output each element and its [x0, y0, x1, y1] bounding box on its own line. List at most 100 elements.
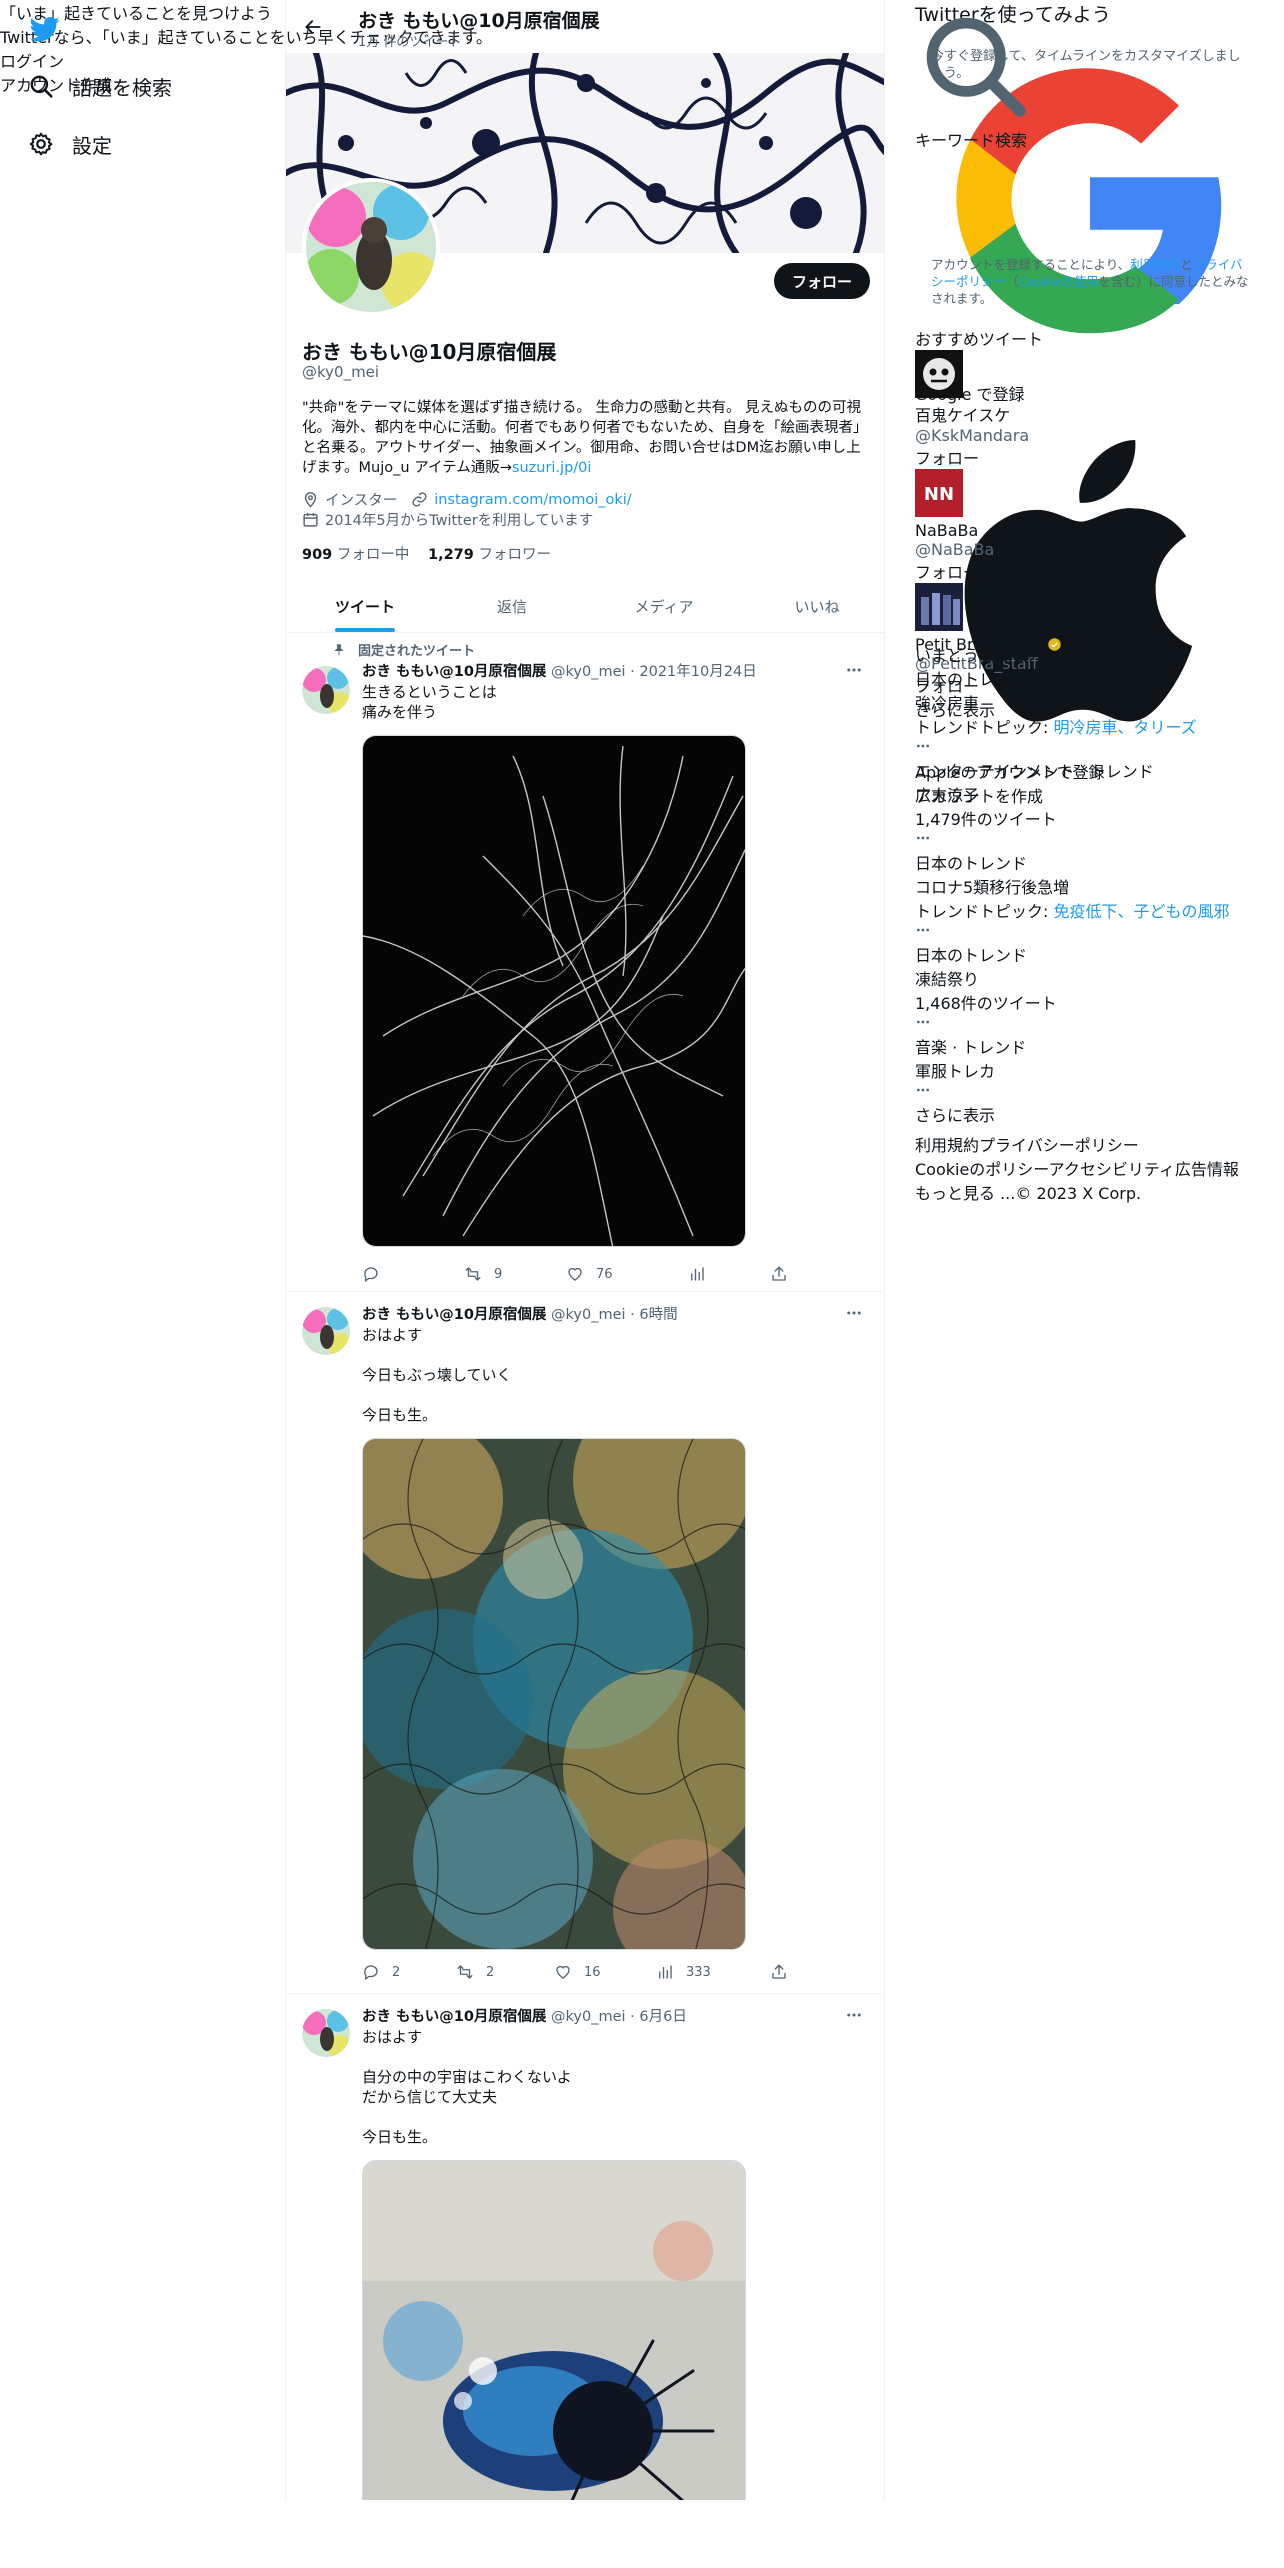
followers-link[interactable]: 1,279 フォロワー — [428, 547, 551, 563]
trend-more-button[interactable] — [915, 1014, 1265, 1034]
header-profile-name: おき ももい@10月原宿個展 — [358, 10, 600, 32]
views-button[interactable] — [688, 1264, 718, 1284]
reply-button[interactable]: 2 — [362, 1962, 400, 1982]
tweet-text: おはよす 今日もぶっ壊していく 今日も生。 — [362, 1326, 512, 1424]
legal-text-3: （ — [1006, 274, 1019, 289]
tweet-text: 生きるということは 痛みを伴う — [362, 683, 497, 721]
trend-more-button[interactable] — [915, 830, 1265, 850]
more-options-button[interactable] — [842, 1303, 866, 1323]
tab-media[interactable]: メディア — [580, 580, 748, 633]
heart-icon — [556, 1965, 570, 1979]
cookie-link[interactable]: Cookieの使用 — [1019, 274, 1099, 289]
follow-button[interactable]: フォロー — [774, 263, 870, 299]
pin-icon — [334, 643, 344, 655]
back-button[interactable] — [298, 12, 328, 42]
more-dots-icon — [847, 2013, 861, 2017]
signup-card-subtitle: 今すぐ登録して、タイムラインをカスタマイズしましょう。 — [931, 49, 1241, 81]
view-count: 333 — [686, 1964, 711, 1980]
like-button[interactable]: 76 — [566, 1264, 613, 1284]
tab-replies[interactable]: 返信 — [444, 580, 580, 633]
tab-tweets[interactable]: ツイート — [286, 580, 444, 633]
tweet-image[interactable] — [362, 2160, 746, 2500]
profile-avatar[interactable] — [302, 178, 440, 316]
tweet-author-name[interactable]: おき ももい@10月原宿個展 — [362, 664, 546, 680]
tab-replies-label: 返信 — [496, 598, 527, 616]
tweet-avatar[interactable] — [302, 2009, 350, 2057]
tweet-image[interactable] — [362, 1438, 746, 1950]
reply-button[interactable] — [362, 1264, 392, 1284]
reply-icon — [364, 1965, 378, 1981]
trend-item[interactable]: 日本のトレンド 凍結祭り 1,468件のツイート — [915, 942, 1265, 1034]
following-link[interactable]: 909 フォロー中 — [302, 547, 409, 563]
more-dots-icon — [917, 1088, 929, 1092]
footer-terms-link[interactable]: 利用規約 — [915, 1136, 979, 1155]
tweet-actions: 2 2 16 333 — [362, 1962, 802, 1982]
trend-name: 軍服トレカ — [915, 1062, 996, 1081]
tweet-item[interactable]: おき ももい@10月原宿個展 @ky0_mei · 6時間 おはよす 今日もぶっ… — [286, 1293, 884, 1994]
share-icon — [772, 1266, 786, 1281]
nav-explore[interactable]: 話題を検索 — [28, 68, 172, 104]
profile-website-link[interactable]: instagram.com/momoi_oki/ — [434, 492, 631, 508]
retweet-count: 9 — [494, 1266, 503, 1282]
trend-related-links[interactable]: 免疫低下、子どもの風邪 — [1053, 902, 1229, 921]
calendar-icon — [303, 513, 318, 527]
share-button[interactable] — [770, 1962, 800, 1982]
trend-context: エンターテインメント · トレンド — [915, 762, 1154, 781]
tweet-image[interactable] — [362, 735, 746, 1247]
tweet-avatar[interactable] — [302, 1307, 350, 1355]
trend-item[interactable]: エンターテインメント · トレンド 広末涼子 1,479件のツイート — [915, 758, 1265, 850]
tweet-item[interactable]: 固定されたツイート おき ももい@10月原宿個展 @ky0_mei · 2021… — [286, 634, 884, 1292]
share-button[interactable] — [770, 1264, 800, 1284]
tweet-item[interactable]: おき ももい@10月原宿個展 @ky0_mei · 6月6日 おはよす 自分の中… — [286, 1995, 884, 2500]
bar-chart-icon — [659, 1965, 672, 1979]
trend-tweet-count: 1,479件のツイート — [915, 810, 1057, 829]
like-count: 16 — [584, 1964, 601, 1980]
pinned-label: 固定されたツイート — [358, 644, 476, 659]
twitter-bird-logo-icon[interactable] — [28, 14, 62, 44]
nav-settings[interactable]: 設定 — [28, 126, 112, 162]
footer-ads-link[interactable]: 広告情報 — [1175, 1160, 1239, 1179]
terms-link[interactable]: 利用規約 — [1130, 257, 1180, 272]
trend-name: 凍結祭り — [915, 970, 980, 989]
footer-more-link[interactable]: もっと見る ... — [915, 1184, 1015, 1203]
footer-cookie-link[interactable]: Cookieのポリシー — [915, 1160, 1049, 1179]
legal-text-1: アカウントを登録することにより、 — [931, 257, 1131, 272]
profile-joined-row: 2014年5月からTwitterを利用しています — [302, 509, 593, 530]
like-count: 76 — [596, 1266, 613, 1282]
tab-likes[interactable]: いいね — [748, 580, 884, 633]
more-options-button[interactable] — [842, 660, 866, 680]
footer-privacy-link[interactable]: プライバシーポリシー — [979, 1136, 1139, 1155]
trend-item[interactable]: 日本のトレンド コロナ5類移行後急増 トレンドトピック: 免疫低下、子どもの風邪 — [915, 850, 1265, 942]
trend-item[interactable]: 音楽 · トレンド 軍服トレカ — [915, 1034, 1265, 1102]
tab-tweets-label: ツイート — [334, 598, 395, 616]
tweet-author-name[interactable]: おき ももい@10月原宿個展 — [362, 2009, 546, 2025]
reply-count: 2 — [392, 1964, 401, 1980]
active-tab-indicator — [335, 628, 395, 632]
retweet-button[interactable]: 2 — [456, 1962, 494, 1982]
retweet-button[interactable]: 9 — [464, 1264, 502, 1284]
footer-links: 利用規約プライバシーポリシー Cookieのポリシーアクセシビリティ広告情報 も… — [915, 1132, 1265, 1204]
search-icon — [30, 75, 53, 98]
like-button[interactable]: 16 — [554, 1962, 601, 1982]
trend-name: コロナ5類移行後急増 — [915, 878, 1070, 897]
trends-show-more[interactable]: さらに表示 — [915, 1102, 1265, 1126]
tweet-author-name[interactable]: おき ももい@10月原宿個展 — [362, 1307, 546, 1323]
trend-name: 広末涼子 — [915, 786, 980, 805]
profile-bio-link[interactable]: suzuri.jp/0i — [512, 460, 592, 476]
followers-count: 1,279 — [428, 547, 474, 563]
more-dots-icon — [847, 1311, 861, 1315]
reply-icon — [364, 1267, 378, 1283]
trend-related-links[interactable]: 明冷房車、タリーズ — [1053, 718, 1196, 737]
tab-likes-label: いいね — [794, 598, 840, 616]
trend-more-button[interactable] — [915, 1082, 1265, 1102]
gear-icon — [29, 132, 53, 156]
trend-more-button[interactable] — [915, 922, 1265, 942]
views-button[interactable]: 333 — [656, 1962, 711, 1982]
tweet-avatar[interactable] — [302, 666, 350, 714]
heart-icon — [568, 1267, 582, 1281]
more-options-button[interactable] — [842, 2005, 866, 2025]
profile-location: インスター — [325, 493, 398, 509]
footer-accessibility-link[interactable]: アクセシビリティ — [1049, 1160, 1175, 1179]
followers-label: フォロワー — [478, 547, 551, 563]
trend-context: 日本のトレンド — [915, 854, 1028, 873]
